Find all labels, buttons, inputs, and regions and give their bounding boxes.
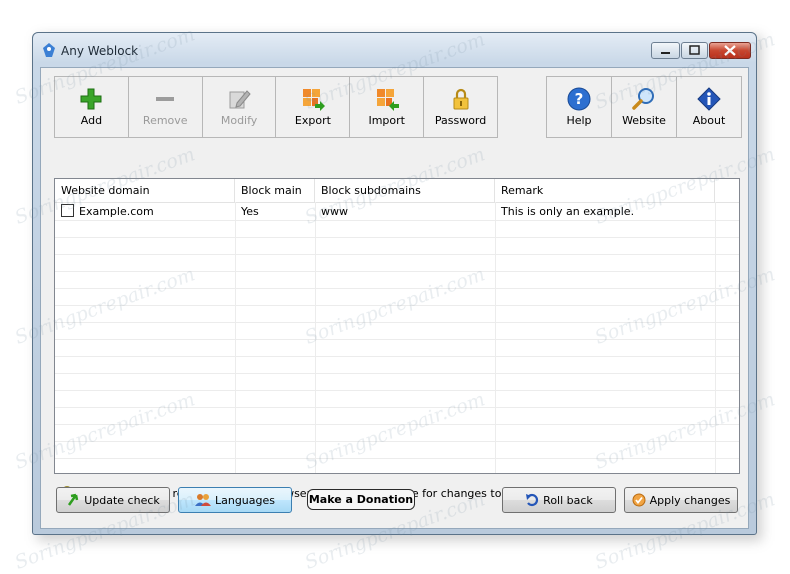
apply-changes-button[interactable]: Apply changes [624,487,738,513]
remove-button[interactable]: Remove [129,77,203,137]
add-label: Add [80,114,103,127]
block-main-cell: Yes [241,205,259,218]
app-icon [43,43,55,57]
help-button[interactable]: ? Help [547,77,612,137]
roll-back-label: Roll back [543,493,593,507]
magnifier-icon [632,88,654,110]
title-bar[interactable]: Any Weblock [33,33,756,67]
empty-table-row [55,373,739,391]
info-icon [697,87,721,111]
column-header-block-subdomains[interactable]: Block subdomains [315,179,495,202]
minimize-button[interactable] [651,42,680,59]
column-header-remark[interactable]: Remark [495,179,715,202]
empty-table-row [55,339,739,357]
export-button[interactable]: Export [276,77,351,137]
empty-table-row [55,288,739,306]
main-panel: Add Remove Modify Export Import Password… [40,67,749,529]
toolbar-main: Add Remove Modify Export Import Password [54,76,498,138]
modify-button[interactable]: Modify [203,77,277,137]
roll-back-button[interactable]: Roll back [502,487,616,513]
empty-table-row [55,356,739,374]
maximize-button[interactable] [681,42,708,59]
import-button[interactable]: Import [350,77,425,137]
empty-table-row [55,237,739,255]
block-subdomains-cell: www [321,205,348,218]
import-icon [376,89,399,111]
empty-table-row [55,441,739,459]
app-window: Any Weblock Add Remove Modify Export Imp… [32,32,757,535]
languages-label: Languages [214,493,276,507]
domain-text: Example.com [79,205,154,218]
remove-label: Remove [142,114,188,127]
website-label: Website [622,114,666,127]
empty-table-row [55,390,739,408]
check-circle-icon [632,493,646,507]
table-row[interactable]: Example.com Yes www This is only an exam… [55,203,739,221]
export-icon [302,89,325,111]
empty-table-row [55,322,739,340]
undo-icon [526,493,539,507]
table-header: Website domain Block main Block subdomai… [55,179,739,203]
help-label: Help [566,114,592,127]
empty-table-row [55,305,739,323]
column-header-domain[interactable]: Website domain [55,179,235,202]
about-button[interactable]: About [677,77,741,137]
apply-changes-label: Apply changes [649,493,731,507]
domain-table[interactable]: Website domain Block main Block subdomai… [54,178,740,474]
website-button[interactable]: Website [612,77,677,137]
remark-cell: This is only an example. [501,205,635,218]
toolbar-help: ? Help Website About [546,76,742,138]
domain-cell: Example.com [55,203,235,220]
refresh-icon [68,493,79,506]
modify-label: Modify [220,114,258,127]
maximize-icon [689,45,700,55]
help-icon: ? [567,87,591,111]
languages-button[interactable]: Languages [178,487,292,513]
window-title: Any Weblock [61,44,139,58]
plus-icon [80,88,102,110]
empty-table-row [55,458,739,473]
users-icon [194,494,211,506]
close-icon [724,45,736,56]
update-check-button[interactable]: Update check [56,487,170,513]
minimize-icon [661,52,670,54]
minus-icon [156,97,175,101]
update-check-label: Update check [84,493,160,507]
row-checkbox[interactable] [61,204,74,217]
empty-table-row [55,254,739,272]
pencil-icon [229,90,251,109]
empty-table-row [55,220,739,238]
lock-icon [453,88,469,110]
export-label: Export [294,114,331,127]
import-label: Import [368,114,405,127]
empty-table-row [55,271,739,289]
svg-text:?: ? [575,90,584,108]
donation-label: Make a Donation [308,493,414,506]
about-label: About [692,114,726,127]
close-button[interactable] [709,42,751,59]
password-label: Password [434,114,487,127]
column-header-block-main[interactable]: Block main [235,179,315,202]
empty-table-row [55,424,739,442]
add-button[interactable]: Add [55,77,129,137]
password-button[interactable]: Password [424,77,497,137]
empty-table-row [55,407,739,425]
donation-button[interactable]: Make a Donation [307,489,415,510]
